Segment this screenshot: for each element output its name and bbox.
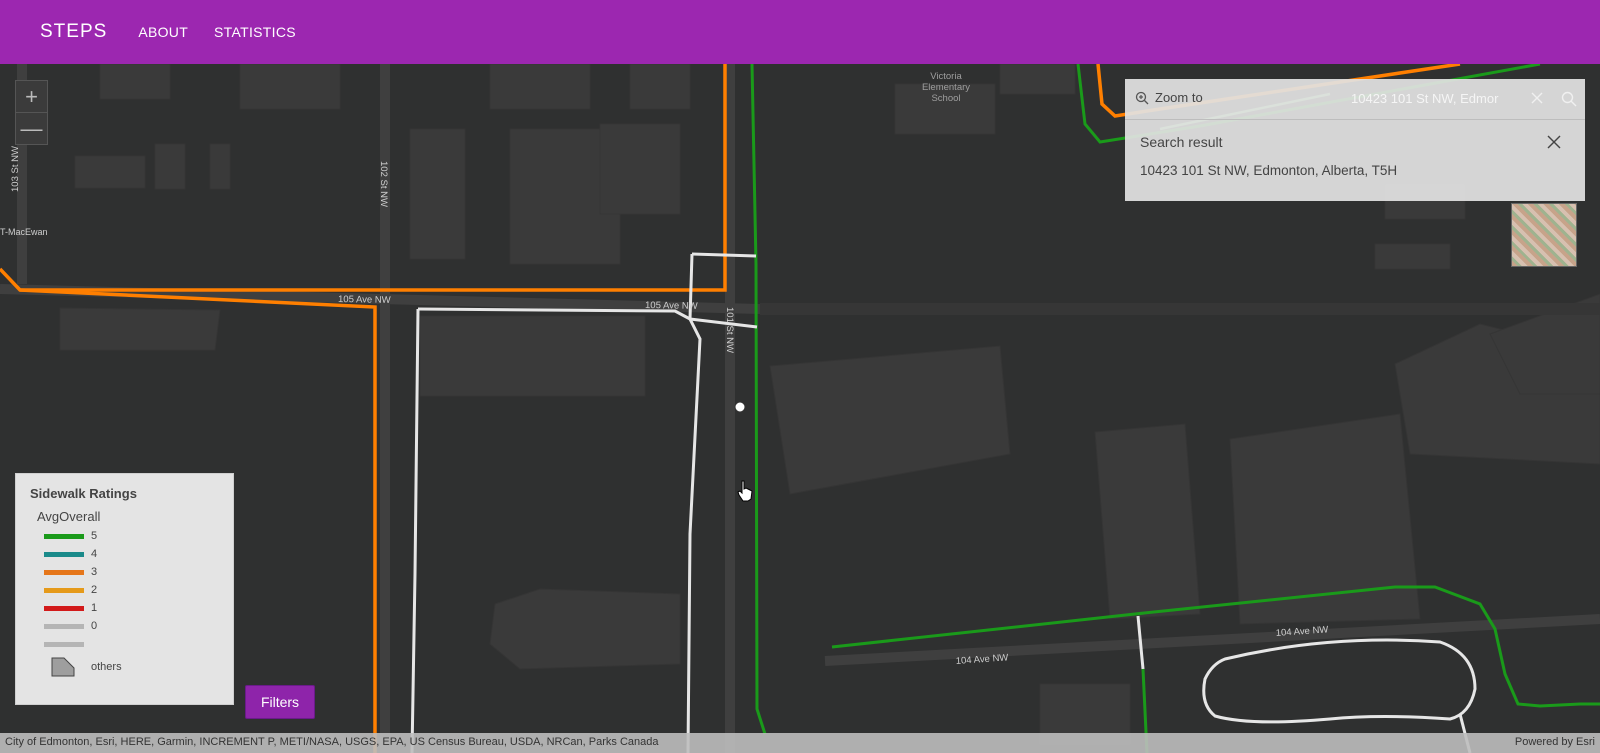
filters-button[interactable]: Filters (245, 685, 315, 719)
legend-swatch (44, 623, 84, 629)
map-view[interactable]: 105 Ave NW 105 Ave NW 101 St NW 102 St N… (0, 64, 1600, 753)
brand-logo[interactable]: STEPS (40, 21, 107, 43)
nav-statistics-link[interactable]: STATISTICS (214, 24, 296, 40)
legend-item: 1 (44, 601, 97, 615)
hand-cursor-icon (737, 480, 753, 502)
zoom-to-label: Zoom to (1155, 90, 1203, 105)
legend-swatch (44, 533, 84, 539)
legend-swatch (44, 569, 84, 575)
clear-search-icon[interactable] (1527, 88, 1547, 108)
search-row: Zoom to (1125, 79, 1585, 120)
street-label-105-ave: 105 Ave NW (338, 294, 391, 306)
legend-swatch (44, 641, 84, 647)
zoom-out-button[interactable]: — (16, 112, 47, 144)
legend-label: 1 (91, 602, 98, 614)
place-label-macewan: T-MacEwan (0, 227, 48, 237)
legend-others-item: others (50, 656, 122, 678)
street-label-104-ave-2: 104 Ave NW (955, 652, 1008, 667)
search-result-address[interactable]: 10423 101 St NW, Edmonton, Alberta, T5H (1140, 163, 1397, 178)
legend-item: 3 (44, 565, 97, 579)
legend-item: 0 (44, 619, 97, 633)
legend-label: 2 (91, 584, 98, 596)
search-result-marker (734, 401, 746, 413)
legend-panel: Sidewalk Ratings AvgOverall 5 4 3 2 1 0 (15, 473, 234, 705)
polygon-swatch-icon (51, 657, 75, 677)
legend-swatch (44, 551, 84, 557)
legend-label: 0 (91, 620, 98, 632)
legend-swatch (44, 605, 84, 611)
street-label-101-st: 101 St NW (724, 307, 735, 353)
legend-item: 4 (44, 547, 97, 561)
legend-item: 5 (44, 529, 97, 543)
legend-label: 4 (91, 548, 98, 560)
attribution-bar: City of Edmonton, Esri, HERE, Garmin, IN… (0, 733, 1600, 753)
search-input[interactable] (1345, 81, 1553, 116)
svg-text:Elementary: Elementary (922, 82, 970, 93)
legend-label: 5 (91, 530, 98, 542)
zoom-in-button[interactable]: + (16, 81, 47, 112)
attribution-text: City of Edmonton, Esri, HERE, Garmin, IN… (5, 736, 659, 748)
legend-field-name: AvgOverall (37, 509, 101, 524)
street-label-105-ave-2: 105 Ave NW (645, 300, 698, 312)
legend-title: Sidewalk Ratings (30, 486, 137, 501)
zoom-to-button[interactable]: Zoom to (1135, 90, 1203, 105)
zoom-control: + — (15, 80, 48, 145)
svg-text:Victoria: Victoria (930, 71, 962, 82)
legend-others-label: others (91, 661, 122, 673)
zoom-in-magnifier-icon (1135, 91, 1149, 104)
legend-item (44, 637, 91, 651)
svg-text:School: School (931, 93, 960, 104)
nav-about-link[interactable]: ABOUT (138, 24, 188, 40)
search-button[interactable] (1553, 81, 1585, 117)
search-widget: Zoom to Search result 10423 101 St NW, E… (1125, 79, 1585, 201)
legend-label: 3 (91, 566, 98, 578)
legend-item: 2 (44, 583, 97, 597)
close-result-icon[interactable] (1546, 134, 1562, 150)
legend-swatch (44, 587, 84, 593)
search-result-title: Search result (1140, 134, 1223, 150)
search-icon (1561, 91, 1577, 107)
powered-by-esri-link[interactable]: Powered by Esri (1515, 736, 1595, 748)
basemap-toggle[interactable] (1511, 203, 1577, 267)
top-navbar: STEPS ABOUT STATISTICS (0, 0, 1600, 64)
street-label-102-st: 102 St NW (378, 161, 389, 207)
street-label-103-st: 103 St NW (10, 146, 21, 192)
